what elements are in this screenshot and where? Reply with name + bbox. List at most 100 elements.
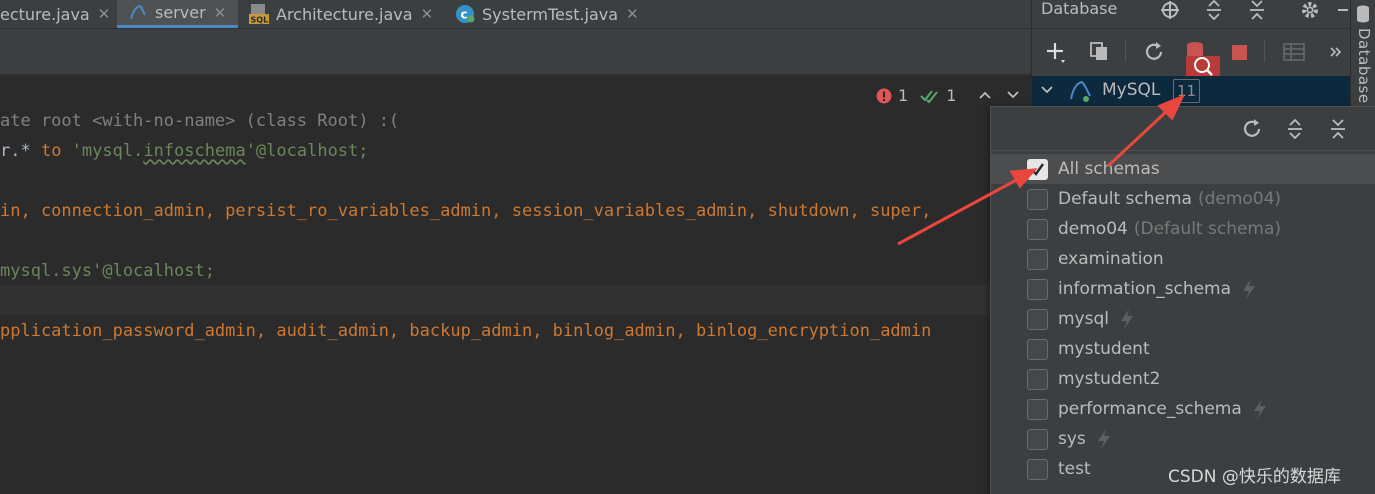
database-panel-title: Database <box>1041 0 1118 18</box>
inspection-widget[interactable]: 1 1 <box>876 86 1020 105</box>
schema-item-examination[interactable]: examination <box>1027 244 1164 274</box>
close-icon[interactable]: ✕ <box>214 4 227 22</box>
close-icon[interactable]: ✕ <box>421 5 434 23</box>
schema-label: sys <box>1058 429 1086 449</box>
schema-item-sys[interactable]: sys <box>1027 424 1112 454</box>
schema-count-badge[interactable]: 11 <box>1173 79 1200 103</box>
collapse-all-icon[interactable] <box>1246 0 1268 20</box>
schema-label: mystudent <box>1058 339 1150 359</box>
stop-icon[interactable] <box>1227 40 1251 64</box>
checkbox[interactable] <box>1027 398 1048 420</box>
more-actions-icon[interactable] <box>1324 40 1348 64</box>
checkbox[interactable] <box>1027 458 1048 480</box>
lightning-bolt-icon <box>1096 428 1112 450</box>
tree-node-label: MySQL <box>1102 80 1161 100</box>
checkbox[interactable] <box>1027 428 1048 450</box>
checkbox[interactable] <box>1027 158 1048 180</box>
copy-icon[interactable] <box>1087 39 1111 63</box>
schema-item-performance-schema[interactable]: performance_schema <box>1027 394 1268 424</box>
refresh-icon[interactable] <box>1142 40 1166 64</box>
schema-item-test[interactable]: test <box>1027 454 1091 484</box>
schema-label: mystudent2 <box>1058 369 1161 389</box>
target-icon[interactable] <box>1159 0 1181 20</box>
code-token: r.* <box>0 141 41 161</box>
check-count-value: 1 <box>946 86 957 105</box>
error-count[interactable]: 1 <box>876 86 908 105</box>
code-line-5: pplication_password_admin, audit_admin, … <box>0 321 932 341</box>
chevron-down-icon[interactable] <box>1040 79 1054 105</box>
double-check-icon <box>920 89 938 103</box>
svg-text:SQL: SQL <box>251 16 269 25</box>
schema-label: examination <box>1058 249 1164 269</box>
schema-label: All schemas <box>1058 159 1160 179</box>
chevron-up-icon[interactable] <box>978 88 992 104</box>
schema-hint: (Default schema) <box>1133 219 1282 239</box>
collapse-all-icon[interactable] <box>1326 117 1350 141</box>
schema-item-mysql[interactable]: mysql <box>1027 304 1135 334</box>
schema-item-all-schemas[interactable]: All schemas <box>991 154 1375 184</box>
checkbox[interactable] <box>1027 248 1048 270</box>
chevron-down-icon[interactable] <box>1006 88 1020 104</box>
mysql-datasource-icon <box>1068 79 1096 107</box>
checkbox[interactable] <box>1027 218 1048 240</box>
check-count[interactable]: 1 <box>920 86 956 105</box>
code-line-2: r.* to 'mysql.infoschema'@localhost; <box>0 136 369 166</box>
lightning-bolt-icon <box>1119 308 1135 330</box>
svg-text:c: c <box>461 8 468 22</box>
popup-toolbar <box>991 107 1375 151</box>
schema-item-demo04[interactable]: demo04 (Default schema) <box>1027 214 1281 244</box>
check-icon <box>1031 162 1044 176</box>
tab-server[interactable]: server ✕ <box>117 0 238 28</box>
tab-architecture-java[interactable]: ecture.java ✕ <box>0 0 110 28</box>
code-string-warning: infoschema <box>143 141 246 161</box>
tab-architecture-sql[interactable]: SQL Architecture.java ✕ <box>248 0 433 28</box>
table-icon[interactable] <box>1282 40 1306 64</box>
schema-label: information_schema <box>1058 279 1232 299</box>
schema-hint: (demo04) <box>1197 189 1282 209</box>
error-icon <box>876 88 892 103</box>
refresh-icon[interactable] <box>1240 117 1264 141</box>
close-icon[interactable]: ✕ <box>98 5 111 23</box>
checkbox[interactable] <box>1027 338 1048 360</box>
editor-header <box>0 29 1031 75</box>
schema-item-mystudent[interactable]: mystudent <box>1027 334 1150 364</box>
watermark: CSDN @快乐的数据库 <box>1168 467 1341 487</box>
editor-tab-bar: ecture.java ✕ server ✕ SQL Architecture.… <box>0 0 1031 29</box>
mysql-icon <box>127 2 149 24</box>
schema-item-information-schema[interactable]: information_schema <box>1027 274 1257 304</box>
code-string: '@localhost; <box>245 141 369 161</box>
schema-item-default-schema[interactable]: Default schema (demo04) <box>1027 184 1281 214</box>
add-icon[interactable] <box>1044 40 1068 64</box>
schema-label: test <box>1058 459 1091 479</box>
code-keyword: to <box>40 141 62 161</box>
schema-item-mystudent2[interactable]: mystudent2 <box>1027 364 1160 394</box>
checkbox[interactable] <box>1027 308 1048 330</box>
code-line-1: ate root <with-no-name> (class Root) :( <box>0 111 400 131</box>
tree-node-mysql[interactable]: MySQL 11 <box>1032 76 1351 106</box>
schema-label: mysql <box>1058 309 1109 329</box>
expand-all-icon[interactable] <box>1203 0 1225 20</box>
schema-filter-icon[interactable] <box>1182 38 1222 78</box>
sql-file-icon: SQL <box>248 3 270 25</box>
schema-label: Default schema <box>1058 189 1192 209</box>
schema-label: demo04 <box>1058 219 1128 239</box>
schema-filter-popup: All schemas Default schema (demo04) demo… <box>990 106 1375 494</box>
checkbox[interactable] <box>1027 278 1048 300</box>
checkbox[interactable] <box>1027 188 1048 210</box>
database-tool-window-button[interactable]: Database <box>1355 28 1373 104</box>
lightning-bolt-icon <box>1241 278 1257 300</box>
gear-icon[interactable] <box>1299 0 1321 20</box>
code-string: 'mysql. <box>61 141 144 161</box>
tab-label: Architecture.java <box>276 4 413 24</box>
tab-systermtest-java[interactable]: c SystermTest.java ✕ <box>454 0 639 28</box>
error-count-value: 1 <box>898 86 909 105</box>
database-icon <box>1355 4 1371 28</box>
expand-all-icon[interactable] <box>1283 117 1307 141</box>
code-line-3: in, connection_admin, persist_ro_variabl… <box>0 201 932 221</box>
close-icon[interactable]: ✕ <box>626 5 639 23</box>
tab-label: server <box>155 3 206 22</box>
schema-label: performance_schema <box>1058 399 1242 419</box>
database-panel-header: Database <box>1032 0 1351 29</box>
code-line-4: mysql.sys'@localhost; <box>0 261 215 281</box>
checkbox[interactable] <box>1027 368 1048 390</box>
